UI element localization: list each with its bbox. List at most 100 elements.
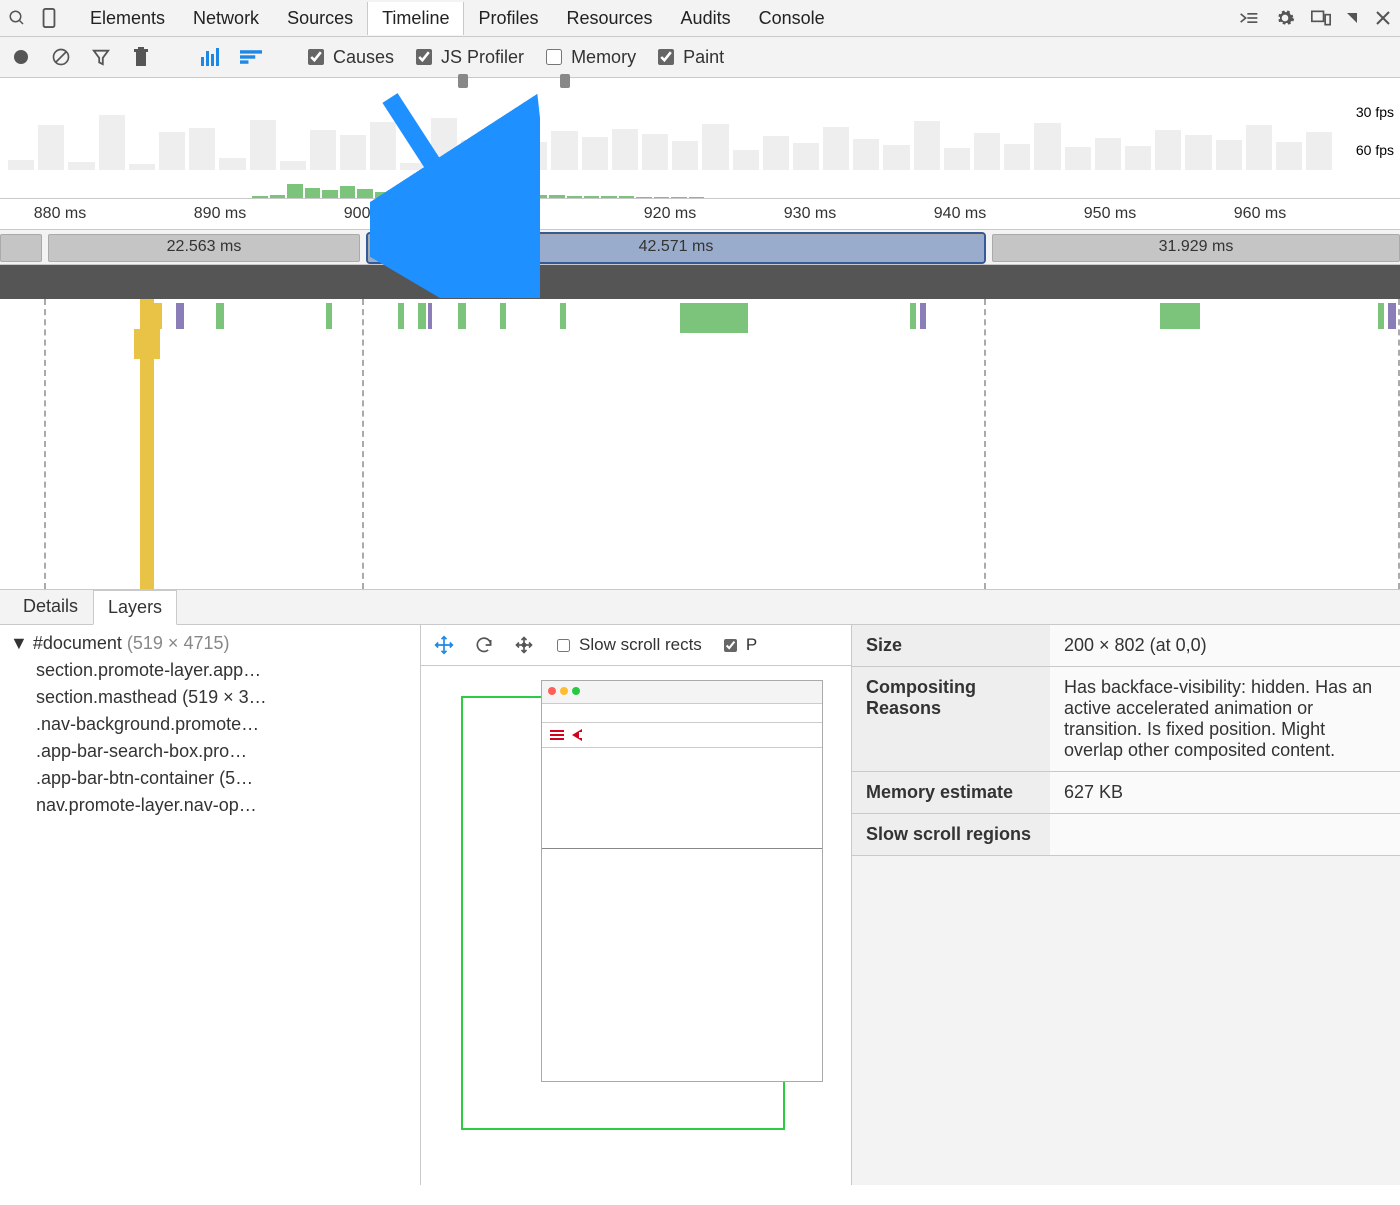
flame-block[interactable] [418,303,426,329]
tab-network[interactable]: Network [179,2,273,35]
ruler-tick: 890 ms [194,205,246,223]
time-ruler[interactable]: 880 ms890 ms900 msms920 ms930 ms940 ms95… [0,199,1400,230]
overview-gpu-bars [0,178,1340,198]
tab-sources[interactable]: Sources [273,2,367,35]
flame-block[interactable] [1378,303,1384,329]
frames-divider [0,265,1400,299]
page-preview [541,680,823,1082]
tab-details[interactable]: Details [8,589,93,624]
flame-block[interactable] [140,303,162,329]
settings-gear-icon[interactable] [1274,7,1296,29]
record-icon[interactable] [10,46,32,68]
overview-selection-handle-left[interactable] [458,74,468,88]
layer-3d-toolbar: Slow scroll rects P [421,625,851,666]
search-icon[interactable] [6,7,28,29]
timeline-overview[interactable]: 30 fps 60 fps [0,78,1400,199]
flame-block[interactable] [1160,303,1200,329]
slow-scroll-rects-input[interactable] [557,639,570,652]
frame-bar[interactable]: 42.571 ms [368,234,984,262]
dock-chevron-icon[interactable] [1346,7,1358,29]
paint-rects-label: P [746,635,757,655]
layer-details-table: Size 200 × 802 (at 0,0) Compositing Reas… [852,625,1400,1185]
flame-chart[interactable]: C... [0,299,1400,590]
frames-view-icon[interactable] [200,46,222,68]
flame-chart-view-icon[interactable] [240,46,262,68]
slow-scroll-rects-checkbox[interactable]: Slow scroll rects [553,635,702,655]
js-profiler-checkbox[interactable]: JS Profiler [412,46,524,68]
memory-checkbox[interactable]: Memory [542,46,636,68]
layer-3d-canvas[interactable] [421,666,851,1166]
causes-label: Causes [333,47,394,68]
page-preview-menu-icon [542,723,822,748]
overview-selection-handle-right[interactable] [560,74,570,88]
layer-tree-item[interactable]: .app-bar-search-box.pro… [36,741,410,762]
layer-root-label: #document [33,633,122,653]
prop-size-key: Size [852,625,1050,667]
flame-block[interactable] [216,303,224,329]
frame-bar[interactable]: 31.929 ms [992,234,1400,262]
flame-block[interactable] [428,303,432,329]
layer-tree-item[interactable]: nav.promote-layer.nav-op… [36,795,410,816]
paint-rects-checkbox[interactable]: P [720,635,757,655]
frame-separator [362,299,364,589]
layer-tree-item[interactable]: section.promote-layer.app… [36,660,410,681]
flame-block[interactable] [326,303,332,329]
frame-separator [44,299,46,589]
frames-row[interactable]: 22.563 ms 42.571 ms 31.929 ms [0,230,1400,265]
memory-checkbox-input[interactable] [546,49,562,65]
prop-memory-key: Memory estimate [852,772,1050,814]
flame-block[interactable] [398,303,404,329]
paint-rects-input[interactable] [724,639,737,652]
prop-memory-val: 627 KB [1050,772,1400,814]
fps-60-label: 60 fps [1356,142,1394,158]
layer-tree-item[interactable]: .app-bar-btn-container (5… [36,768,410,789]
dock-side-icon[interactable] [1310,7,1332,29]
layer-tree-item[interactable]: section.masthead (519 × 3… [36,687,410,708]
timeline-toolbar: Causes JS Profiler Memory Paint [0,37,1400,78]
flame-block[interactable] [176,303,184,329]
paint-checkbox-input[interactable] [658,49,674,65]
ruler-tick: ms [509,205,530,223]
paint-checkbox[interactable]: Paint [654,46,724,68]
flame-block[interactable] [920,303,926,329]
flame-block[interactable] [560,303,566,329]
layer-3d-view[interactable]: Slow scroll rects P [421,625,852,1185]
tab-layers[interactable]: Layers [93,590,177,625]
causes-checkbox[interactable]: Causes [304,46,394,68]
causes-checkbox-input[interactable] [308,49,324,65]
garbage-collect-icon[interactable] [130,46,152,68]
tab-resources[interactable]: Resources [553,2,667,35]
paint-label: Paint [683,47,724,68]
flame-block [134,329,160,359]
frame-bar[interactable] [0,234,42,262]
reset-view-icon[interactable] [513,634,535,656]
prop-slow-scroll-val [1050,814,1400,856]
show-drawer-icon[interactable] [1238,7,1260,29]
frame-bar[interactable]: 22.563 ms [48,234,360,262]
tab-timeline[interactable]: Timeline [367,2,464,35]
ruler-tick: 880 ms [34,205,86,223]
filter-icon[interactable] [90,46,112,68]
layer-tree-root[interactable]: ▼ #document (519 × 4715) [10,633,410,654]
flame-block[interactable] [1388,303,1396,329]
layer-tree[interactable]: ▼ #document (519 × 4715) section.promote… [0,625,421,1185]
tab-profiles[interactable]: Profiles [464,2,552,35]
prop-compositing-key: Compositing Reasons [852,667,1050,772]
close-icon[interactable] [1372,7,1394,29]
device-mode-icon[interactable] [38,7,60,29]
layer-tree-item[interactable]: .nav-background.promote… [36,714,410,735]
rotate-icon[interactable] [473,634,495,656]
clear-icon[interactable] [50,46,72,68]
flame-block[interactable] [458,303,466,329]
tab-audits[interactable]: Audits [667,2,745,35]
layer-root-dim: (519 × 4715) [127,633,230,653]
flame-block[interactable] [910,303,916,329]
tab-console[interactable]: Console [745,2,839,35]
ruler-tick: 900 ms [344,205,396,223]
tab-elements[interactable]: Elements [76,2,179,35]
flame-block[interactable] [680,303,736,329]
flame-block[interactable] [500,303,506,329]
js-profiler-checkbox-input[interactable] [416,49,432,65]
pan-icon[interactable] [433,634,455,656]
devtools-main-toolbar: Elements Network Sources Timeline Profil… [0,0,1400,37]
